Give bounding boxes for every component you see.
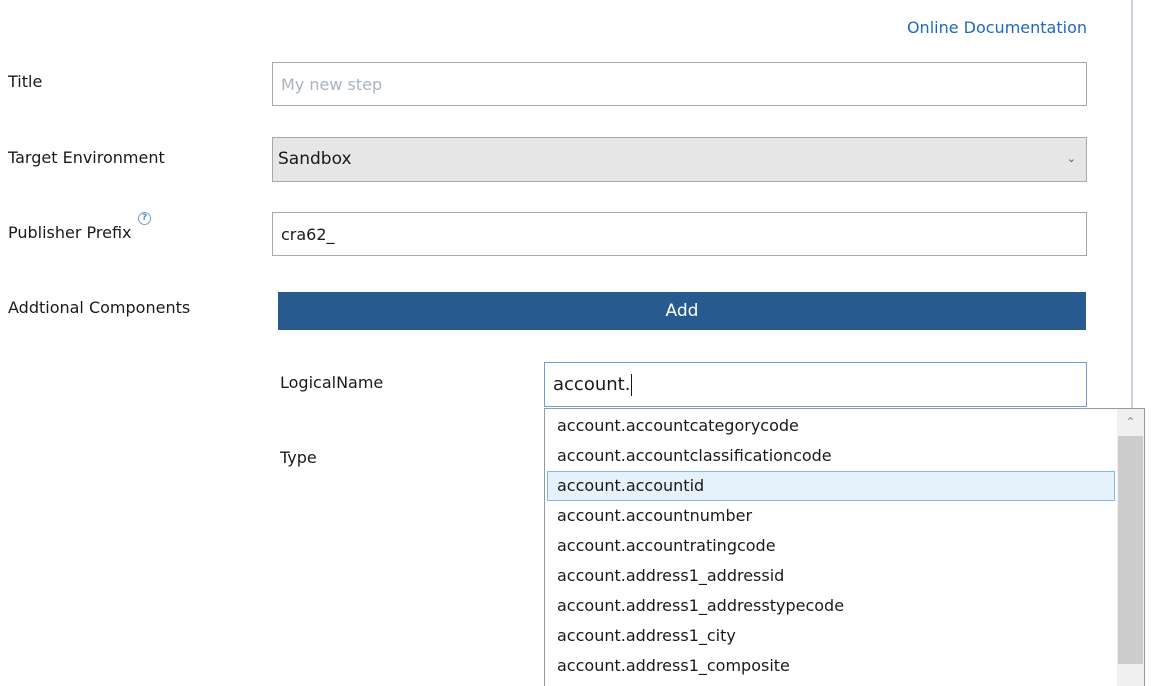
autocomplete-item[interactable]: account.address1_city	[547, 621, 1115, 651]
autocomplete-item[interactable]: account.accountnumber	[547, 501, 1115, 531]
text-caret	[631, 374, 633, 396]
step-form-panel: Online Documentation Title Target Enviro…	[0, 0, 1166, 686]
target-environment-label: Target Environment	[8, 148, 165, 167]
autocomplete-item[interactable]: account.accountclassificationcode	[547, 441, 1115, 471]
logical-name-value: account.	[553, 374, 631, 395]
dropdown-scrollbar[interactable]: ⌃	[1117, 409, 1144, 686]
autocomplete-item[interactable]: account.accountid	[547, 471, 1115, 501]
autocomplete-item[interactable]: account.accountratingcode	[547, 531, 1115, 561]
publisher-prefix-label: Publisher Prefix	[8, 223, 132, 242]
help-icon[interactable]: ?	[138, 212, 151, 225]
chevron-up-icon[interactable]: ⌃	[1117, 409, 1144, 436]
type-label: Type	[280, 448, 317, 467]
autocomplete-list: account.accountcategorycode account.accou…	[545, 411, 1117, 681]
autocomplete-item[interactable]: account.address1_composite	[547, 651, 1115, 681]
title-label: Title	[8, 72, 43, 91]
add-button[interactable]: Add	[278, 292, 1086, 330]
autocomplete-item[interactable]: account.accountcategorycode	[547, 411, 1115, 441]
logical-name-input[interactable]: account.	[544, 362, 1087, 407]
additional-components-label: Addtional Components	[8, 298, 191, 317]
scroll-thumb[interactable]	[1118, 436, 1143, 664]
chevron-down-icon: ⌄	[1066, 152, 1076, 165]
target-environment-select[interactable]: Sandbox ⌄	[272, 137, 1087, 182]
online-documentation-link[interactable]: Online Documentation	[907, 18, 1087, 37]
autocomplete-dropdown[interactable]: account.accountcategorycode account.accou…	[544, 408, 1145, 686]
title-input[interactable]	[272, 62, 1087, 106]
autocomplete-item[interactable]: account.address1_addresstypecode	[547, 591, 1115, 621]
autocomplete-item[interactable]: account.address1_addressid	[547, 561, 1115, 591]
target-environment-value: Sandbox	[278, 149, 352, 169]
publisher-prefix-input[interactable]	[272, 212, 1087, 256]
logical-name-label: LogicalName	[280, 373, 384, 392]
